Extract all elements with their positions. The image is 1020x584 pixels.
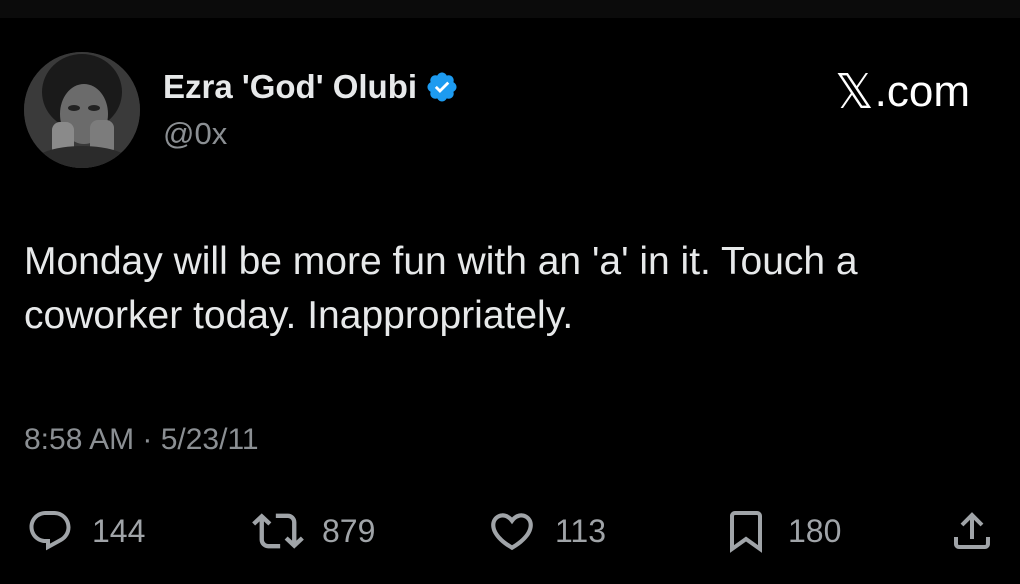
repost-count: 879: [322, 512, 376, 549]
reply-count: 144: [92, 512, 146, 549]
top-strip: [0, 0, 1020, 18]
reply-icon: [26, 507, 74, 555]
repost-button[interactable]: 879: [252, 500, 375, 562]
tweet-text: Monday will be more fun with an 'a' in i…: [24, 240, 858, 337]
bookmark-icon: [722, 505, 770, 557]
tweet-actions: 144 879 113 180: [0, 500, 1020, 562]
verified-badge-icon: [425, 70, 459, 104]
repost-icon: [252, 505, 304, 557]
share-icon: [948, 507, 996, 555]
bookmark-count: 180: [788, 512, 842, 549]
author-handle[interactable]: @0x: [163, 116, 227, 152]
share-button[interactable]: [948, 500, 996, 562]
like-button[interactable]: 113: [487, 500, 606, 562]
bookmark-button[interactable]: 180: [722, 500, 841, 562]
heart-icon: [487, 506, 537, 556]
brand-suffix: .com: [874, 67, 970, 116]
reply-button[interactable]: 144: [26, 500, 145, 562]
avatar-image: [24, 52, 140, 168]
like-count: 113: [555, 512, 607, 549]
tweet-timestamp[interactable]: 8:58 AM · 5/23/11: [24, 423, 259, 457]
x-logo-icon: 𝕏: [834, 66, 874, 119]
author-display-name[interactable]: Ezra 'God' Olubi: [163, 68, 417, 106]
x-com-brand: 𝕏 .com: [835, 64, 970, 120]
author-name-row: Ezra 'God' Olubi: [163, 66, 459, 108]
avatar[interactable]: [24, 52, 140, 168]
